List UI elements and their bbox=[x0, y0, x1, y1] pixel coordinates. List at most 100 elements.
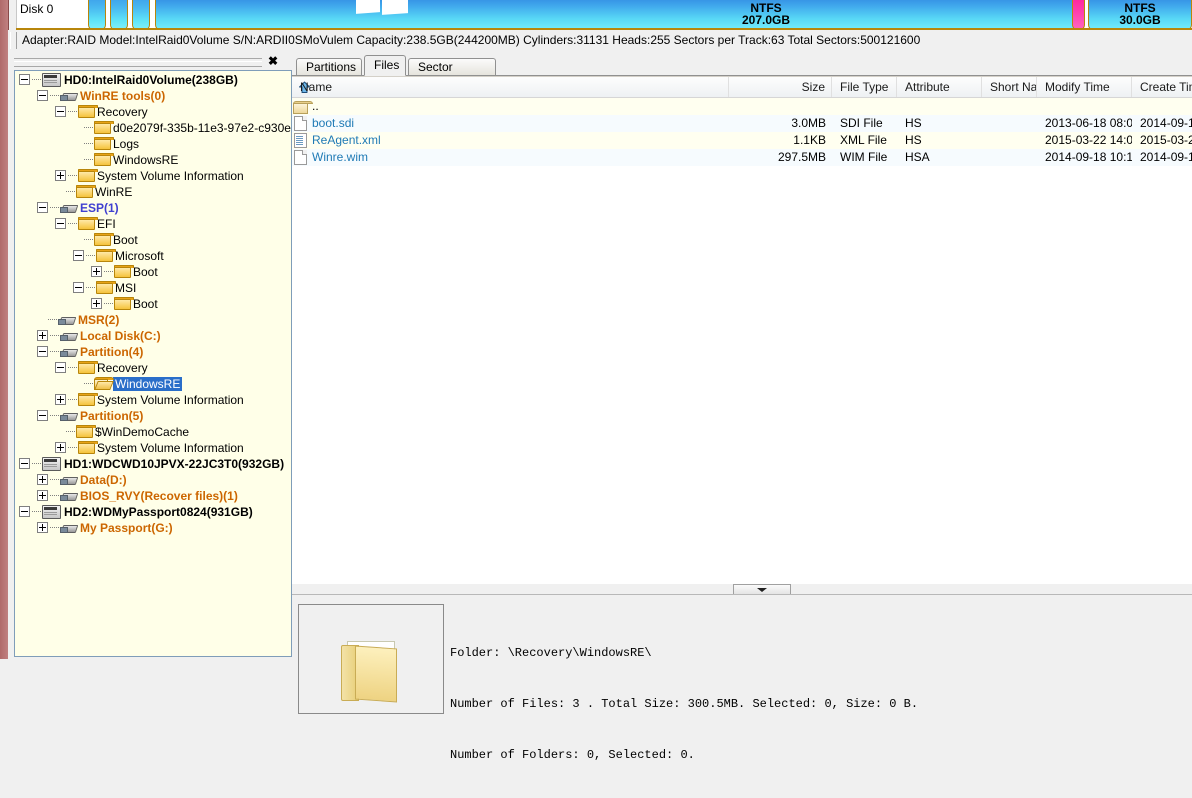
table-row[interactable]: boot.sdi 3.0MB SDI File HS 2013-06-18 08:08:… bbox=[292, 115, 1192, 132]
toolbar-grip[interactable] bbox=[10, 32, 17, 49]
disk-tree[interactable]: HD0:IntelRaid0Volume(238GB) WinRE tools(0… bbox=[14, 70, 292, 657]
partition-block-2[interactable] bbox=[132, 0, 150, 30]
file-name[interactable]: boot.sdi bbox=[312, 116, 354, 130]
tab-sector-editor[interactable]: Sector Editor bbox=[408, 58, 496, 91]
tree-item-logs[interactable]: Logs bbox=[15, 135, 291, 151]
partition-block-0[interactable] bbox=[88, 0, 106, 30]
table-row[interactable]: ReAgent.xml 1.1KB XML File HS 2015-03-22 14:… bbox=[292, 132, 1192, 149]
tree-item-microsoft[interactable]: Microsoft bbox=[15, 247, 291, 263]
table-row[interactable]: Winre.wim 297.5MB WIM File HSA 2014-09-18 10… bbox=[292, 149, 1192, 166]
pane-splitter[interactable] bbox=[292, 584, 1192, 595]
tree-item-windowsre[interactable]: WindowsRE bbox=[15, 151, 291, 167]
partition-block-1[interactable] bbox=[110, 0, 128, 30]
tree-item-local-disk-c[interactable]: Local Disk(C:) bbox=[15, 327, 291, 343]
tree-item-boot[interactable]: Boot bbox=[15, 295, 291, 311]
tree-item-hd1-wdcwd10jpvx-22jc3t0-932gb[interactable]: HD1:WDCWD10JPVX-22JC3T0(932GB) bbox=[15, 455, 291, 471]
column-header-size[interactable]: Size bbox=[729, 77, 832, 97]
collapse-icon[interactable] bbox=[55, 106, 66, 118]
tree-connector bbox=[32, 78, 41, 80]
tree-item-hd0-intelraid0volume-238gb[interactable]: HD0:IntelRaid0Volume(238GB) bbox=[15, 71, 291, 87]
tree-item-data-d[interactable]: Data(D:) bbox=[15, 471, 291, 487]
tree-item-partition-4[interactable]: Partition(4) bbox=[15, 343, 291, 359]
table-row[interactable]: .. bbox=[292, 98, 1192, 115]
file-list-rows[interactable]: .. boot.sdi 3.0MB SDI File HS 2013-06-18 08:0… bbox=[292, 98, 1192, 166]
partition-block-3[interactable]: NTFS 207.0GB bbox=[155, 0, 1080, 30]
tree-item-label: System Volume Information bbox=[97, 392, 244, 407]
tree-item-efi[interactable]: EFI bbox=[15, 215, 291, 231]
tree-item-d0e2079f-335b-11e3-97e2-c930e9[interactable]: d0e2079f-335b-11e3-97e2-c930e9 bbox=[15, 119, 291, 135]
tree-item-system-volume-information[interactable]: System Volume Information bbox=[15, 439, 291, 455]
disk-tree-panel: ✖ HD0:IntelRaid0Volume(238GB) WinRE tools… bbox=[0, 52, 292, 659]
expand-icon[interactable] bbox=[55, 394, 66, 406]
collapse-icon[interactable] bbox=[19, 506, 30, 518]
expand-icon[interactable] bbox=[55, 170, 66, 182]
tree-item-partition-5[interactable]: Partition(5) bbox=[15, 407, 291, 423]
chevron-down-icon bbox=[757, 588, 767, 592]
volume-icon bbox=[60, 330, 79, 342]
expand-icon[interactable] bbox=[91, 298, 102, 310]
cell-attribute: HSA bbox=[905, 150, 930, 164]
tree-item-winre-tools-0[interactable]: WinRE tools(0) bbox=[15, 87, 291, 103]
column-header-create-time[interactable]: Create Time bbox=[1132, 77, 1192, 97]
column-header-short-name[interactable]: Short Name bbox=[982, 77, 1037, 97]
tree-item-bios-rvy-recover-files-1[interactable]: BIOS_RVY(Recover files)(1) bbox=[15, 487, 291, 503]
adapter-info-bar: Adapter:RAID Model:IntelRaid0Volume S/N:… bbox=[0, 30, 1192, 53]
collapse-icon[interactable] bbox=[37, 410, 48, 422]
collapse-icon[interactable] bbox=[73, 282, 84, 294]
tree-item-my-passport-g[interactable]: My Passport(G:) bbox=[15, 519, 291, 535]
disk-label: Disk 0 bbox=[20, 2, 54, 16]
collapse-icon[interactable] bbox=[37, 346, 48, 358]
tab-strip: PartitionsFilesSector Editor bbox=[292, 55, 1192, 91]
tree-item-winre[interactable]: WinRE bbox=[15, 183, 291, 199]
tree-item-hd2-wdmypassport0824-931gb[interactable]: HD2:WDMyPassport0824(931GB) bbox=[15, 503, 291, 519]
tree-item-boot[interactable]: Boot bbox=[15, 231, 291, 247]
expand-icon[interactable] bbox=[37, 330, 48, 342]
partition-block-5[interactable]: NTFS 30.0GB bbox=[1088, 0, 1192, 30]
file-name[interactable]: ReAgent.xml bbox=[312, 133, 381, 147]
collapse-icon[interactable] bbox=[37, 202, 48, 214]
file-icon bbox=[294, 116, 307, 132]
partition-block-4[interactable] bbox=[1072, 0, 1085, 30]
column-header-name[interactable]: Name bbox=[292, 77, 729, 97]
close-icon[interactable]: ✖ bbox=[266, 54, 280, 68]
expand-icon[interactable] bbox=[37, 490, 48, 502]
tab-files[interactable]: Files bbox=[364, 55, 406, 76]
tab-partitions[interactable]: Partitions bbox=[296, 58, 362, 75]
tree-item-windemocache[interactable]: $WinDemoCache bbox=[15, 423, 291, 439]
expand-icon[interactable] bbox=[55, 442, 66, 454]
expand-icon[interactable] bbox=[37, 474, 48, 486]
cell-short-name bbox=[982, 98, 1037, 115]
tree-item-recovery[interactable]: Recovery bbox=[15, 103, 291, 119]
file-list[interactable]: Name Size File Type Attribute Short Name Modi… bbox=[292, 76, 1192, 584]
tree-connector bbox=[66, 190, 75, 192]
tree-item-label: WindowsRE bbox=[113, 376, 183, 391]
status-panel: Folder: \Recovery\WindowsRE\ Number of F… bbox=[292, 594, 1192, 762]
column-header-attribute[interactable]: Attribute bbox=[897, 77, 982, 97]
tree-item-msi[interactable]: MSI bbox=[15, 279, 291, 295]
collapse-icon[interactable] bbox=[73, 250, 84, 262]
tree-panel-drag-handle[interactable] bbox=[14, 58, 262, 67]
cell-attribute: HS bbox=[905, 116, 922, 130]
tree-item-system-volume-information[interactable]: System Volume Information bbox=[15, 167, 291, 183]
column-header-modify-time[interactable]: Modify Time bbox=[1037, 77, 1132, 97]
collapse-icon[interactable] bbox=[55, 218, 66, 230]
collapse-icon[interactable] bbox=[19, 74, 30, 86]
collapse-icon[interactable] bbox=[55, 362, 66, 374]
collapse-icon[interactable] bbox=[19, 458, 30, 470]
cell-create-time bbox=[1132, 98, 1192, 115]
tree-connector bbox=[86, 254, 95, 256]
column-header-file-type[interactable]: File Type bbox=[832, 77, 897, 97]
tree-item-msr-2[interactable]: MSR(2) bbox=[15, 311, 291, 327]
expand-icon[interactable] bbox=[91, 266, 102, 278]
collapse-icon[interactable] bbox=[37, 90, 48, 102]
file-name[interactable]: Winre.wim bbox=[312, 150, 368, 164]
tree-item-boot[interactable]: Boot bbox=[15, 263, 291, 279]
expand-icon[interactable] bbox=[37, 522, 48, 534]
tree-item-esp-1[interactable]: ESP(1) bbox=[15, 199, 291, 215]
file-name[interactable]: .. bbox=[312, 99, 319, 113]
cell-size: 3.0MB bbox=[791, 116, 826, 130]
tree-item-system-volume-information[interactable]: System Volume Information bbox=[15, 391, 291, 407]
tree-item-windowsre[interactable]: WindowsRE bbox=[15, 375, 291, 391]
tree-item-recovery[interactable]: Recovery bbox=[15, 359, 291, 375]
